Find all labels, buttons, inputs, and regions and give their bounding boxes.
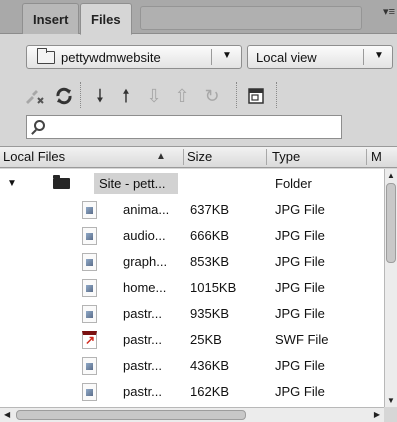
select-divider — [363, 49, 364, 65]
site-select[interactable]: pettywdmwebsite ▼ — [26, 45, 242, 69]
site-root-name: Site - pett... — [99, 176, 166, 191]
jpg-file-icon — [82, 383, 97, 401]
jpg-file-icon — [82, 201, 97, 219]
tab-insert[interactable]: Insert — [22, 3, 80, 34]
file-name: graph... — [123, 254, 168, 269]
scroll-right-arrow-icon[interactable]: ▶ — [374, 410, 380, 419]
file-name: pastr... — [123, 332, 163, 347]
sort-ascending-icon: ▲ — [156, 151, 166, 162]
expand-icon[interactable] — [244, 84, 268, 108]
file-type: JPG File — [275, 358, 325, 373]
tab-strip-empty-area — [140, 6, 362, 30]
search-icon — [34, 120, 45, 131]
column-header-row: Local Files ▲ Size Type M — [0, 146, 397, 168]
swf-file-icon — [82, 331, 97, 349]
search-input[interactable] — [51, 118, 336, 136]
column-divider[interactable] — [366, 149, 367, 165]
file-row[interactable]: graph... 853KB JPG File — [0, 249, 384, 275]
column-header-size[interactable]: Size — [184, 147, 212, 167]
jpg-file-icon — [82, 227, 97, 245]
file-name: anima... — [123, 202, 170, 217]
file-name: audio... — [123, 228, 166, 243]
disclosure-triangle-icon[interactable]: ▼ — [7, 178, 17, 189]
file-row[interactable]: home... 1015KB JPG File — [0, 275, 384, 301]
chevron-down-icon: ▼ — [222, 50, 232, 61]
site-root-row[interactable]: ▼ Site - pett... Folder — [0, 171, 384, 197]
vertical-scroll-thumb[interactable] — [386, 183, 396, 263]
toolbar-separator — [236, 82, 237, 108]
scroll-left-arrow-icon[interactable]: ◀ — [4, 410, 10, 419]
file-name: pastr... — [123, 358, 163, 373]
column-header-type[interactable]: Type — [269, 147, 300, 167]
file-type: JPG File — [275, 306, 325, 321]
file-size: 853KB — [190, 254, 230, 269]
search-field[interactable] — [26, 115, 342, 139]
jpg-file-icon — [82, 305, 97, 323]
column-divider[interactable] — [266, 149, 267, 165]
view-select[interactable]: Local view ▼ — [247, 45, 393, 69]
jpg-file-icon — [82, 279, 97, 297]
view-select-value: Local view — [256, 50, 317, 65]
toolbar-separator — [80, 82, 81, 108]
site-select-value: pettywdmwebsite — [61, 50, 161, 65]
panel-tab-strip: Insert Files ▾≡ — [0, 0, 397, 35]
folder-icon — [53, 175, 70, 189]
file-size: 935KB — [190, 306, 230, 321]
file-name: home... — [123, 280, 167, 295]
scroll-down-arrow-icon[interactable]: ▼ — [387, 396, 395, 405]
chevron-down-icon: ▼ — [374, 50, 384, 61]
file-type: SWF File — [275, 332, 329, 347]
jpg-file-icon — [82, 253, 97, 271]
file-row[interactable]: anima... 637KB JPG File — [0, 197, 384, 223]
file-name: pastr... — [123, 306, 163, 321]
horizontal-scroll-thumb[interactable] — [16, 410, 246, 420]
file-row[interactable]: pastr... 25KB SWF File — [0, 327, 384, 353]
panel-options-menu-icon[interactable]: ▾≡ — [381, 6, 395, 18]
put-files-icon[interactable]: 🠕 — [114, 84, 138, 108]
jpg-file-icon — [82, 357, 97, 375]
get-files-icon[interactable]: 🠗 — [88, 84, 112, 108]
toolbar-separator — [276, 82, 277, 108]
file-row[interactable]: pastr... 436KB JPG File — [0, 353, 384, 379]
file-type: JPG File — [275, 280, 325, 295]
file-row[interactable]: audio... 666KB JPG File — [0, 223, 384, 249]
check-out-icon[interactable]: ⇩ — [142, 84, 166, 108]
tab-files[interactable]: Files — [80, 3, 132, 35]
site-root-type: Folder — [275, 176, 312, 191]
horizontal-scrollbar[interactable]: ◀ ▶ — [0, 407, 384, 422]
file-size: 162KB — [190, 384, 230, 399]
connect-icon[interactable] — [22, 84, 46, 108]
refresh-icon[interactable] — [52, 84, 76, 108]
column-header-modified[interactable]: M — [368, 147, 382, 167]
file-size: 1015KB — [190, 280, 237, 295]
file-type: JPG File — [275, 228, 325, 243]
synchronize-icon[interactable]: ↻ — [200, 84, 224, 108]
file-type: JPG File — [275, 384, 325, 399]
scroll-up-arrow-icon[interactable]: ▲ — [387, 171, 395, 180]
file-type: JPG File — [275, 202, 325, 217]
files-panel: Insert Files ▾≡ pettywdmwebsite ▼ Local … — [0, 0, 397, 422]
column-header-local-files[interactable]: Local Files — [0, 147, 65, 167]
file-row[interactable]: pastr... 935KB JPG File — [0, 301, 384, 327]
file-row[interactable]: pastr... 162KB JPG File — [0, 379, 384, 405]
scrollbar-corner — [384, 407, 397, 422]
file-size: 666KB — [190, 228, 230, 243]
vertical-scrollbar[interactable]: ▲ ▼ — [384, 169, 397, 407]
select-divider — [211, 49, 212, 65]
site-folder-icon — [37, 48, 55, 64]
file-size: 436KB — [190, 358, 230, 373]
check-in-icon[interactable]: ⇧ — [170, 84, 194, 108]
file-size: 25KB — [190, 332, 222, 347]
file-size: 637KB — [190, 202, 230, 217]
file-name: pastr... — [123, 384, 163, 399]
file-type: JPG File — [275, 254, 325, 269]
file-list[interactable]: ▼ Site - pett... Folder anima... 637KB J… — [0, 169, 384, 407]
